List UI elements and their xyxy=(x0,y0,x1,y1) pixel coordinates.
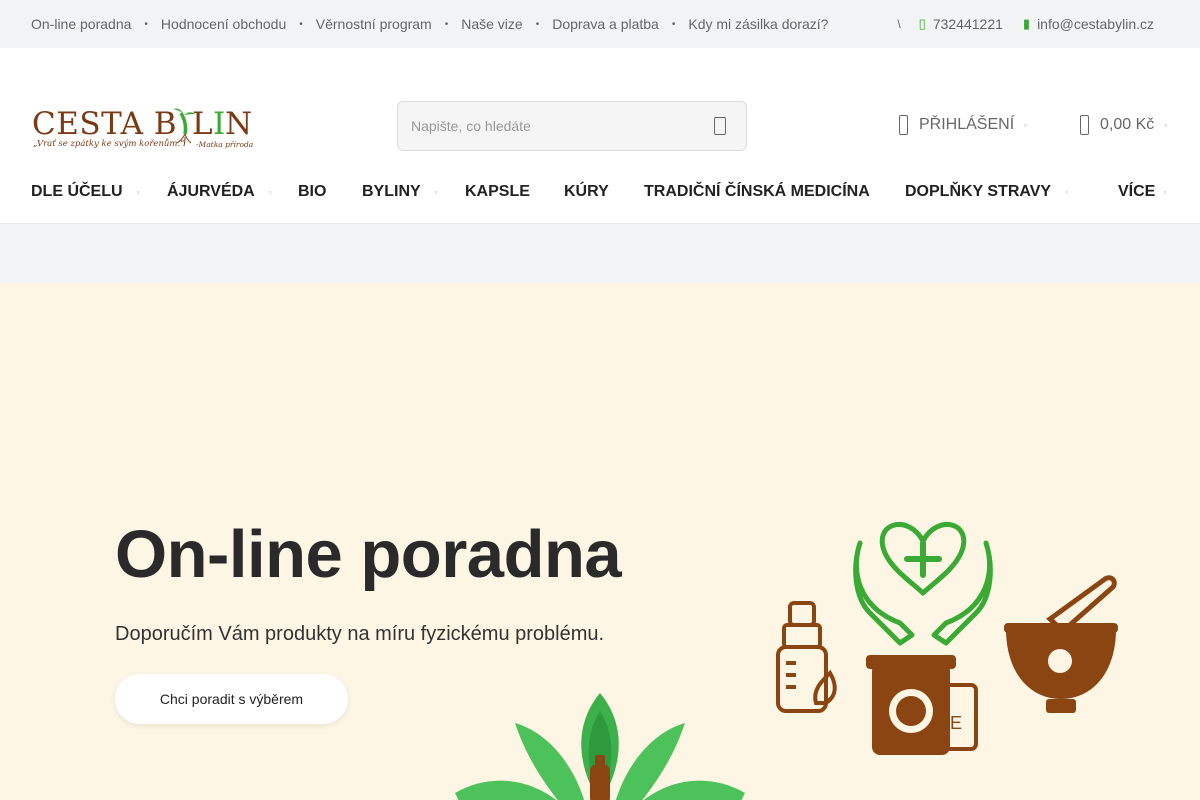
search-box xyxy=(397,101,747,151)
herbal-remedies-illustration: E xyxy=(776,522,1118,755)
svg-text:I: I xyxy=(213,106,225,142)
email-address: info@cestabylin.cz xyxy=(1037,16,1154,32)
search-input[interactable] xyxy=(398,102,698,150)
separator-dot: • xyxy=(299,18,303,30)
cart-icon xyxy=(1080,115,1089,135)
main-nav: DLE ÚČELU ▫ ÁJURVÉDA ▫ BIO BYLINY ▫ KAPS… xyxy=(31,172,1166,212)
nav-item-kapsle[interactable]: KAPSLE xyxy=(465,183,564,201)
chevron-down-icon: ▫ xyxy=(1164,120,1168,130)
svg-text:N: N xyxy=(225,106,252,142)
phone-link[interactable]: ▯ 732441221 xyxy=(919,16,1003,32)
chevron-down-icon: ▫ xyxy=(434,187,438,197)
svg-text:L: L xyxy=(192,106,213,142)
separator-dot: • xyxy=(144,18,148,30)
nav-item-label: BIO xyxy=(298,183,327,200)
chevron-down-icon: ▫ xyxy=(1163,187,1167,197)
login-label: PŘIHLÁŠENÍ xyxy=(919,116,1015,133)
login-link[interactable]: PŘIHLÁŠENÍ ▫ xyxy=(899,115,1027,135)
search-icon[interactable] xyxy=(714,117,726,135)
user-icon xyxy=(899,115,908,135)
nav-item-label: KAPSLE xyxy=(465,183,530,200)
cart-total: 0,00 Kč xyxy=(1100,116,1155,133)
svg-text:-Matka příroda: -Matka příroda xyxy=(196,140,253,149)
logo[interactable]: CESTA B L I N „Vrať se zpátky ke svým ko… xyxy=(31,101,255,151)
nav-item-label: DOPLŇKY STRAVY xyxy=(905,183,1052,200)
chevron-down-icon: ▫ xyxy=(136,187,140,197)
nav-item-label: BYLINY xyxy=(362,183,421,200)
top-links: On-line poradna • Hodnocení obchodu • Vě… xyxy=(31,0,828,48)
advice-button[interactable]: Chci poradit s výběrem xyxy=(115,674,348,724)
more-links-toggle[interactable]: \ xyxy=(897,17,900,31)
herb-plant-illustration xyxy=(455,693,745,800)
toplink-hodnoceni-obchodu[interactable]: Hodnocení obchodu xyxy=(161,16,286,32)
toplink-doprava-a-platba[interactable]: Doprava a platba xyxy=(552,16,659,32)
toplink-vernostni-program[interactable]: Věrnostní program xyxy=(316,16,432,32)
nav-item-byliny[interactable]: BYLINY ▫ xyxy=(362,183,465,201)
chevron-down-icon: ▫ xyxy=(1065,187,1068,197)
nav-item-label: TRADIČNÍ ČÍNSKÁ MEDICÍNA xyxy=(644,183,870,200)
toplink-kdy-mi-zasilka-dorazi[interactable]: Kdy mi zásilka dorazí? xyxy=(688,16,828,32)
hero-title: On-line poradna xyxy=(115,517,622,592)
svg-text:E: E xyxy=(950,713,962,733)
email-icon: ▮ xyxy=(1022,16,1031,31)
chevron-down-icon: ▫ xyxy=(268,187,272,197)
divider-strip xyxy=(0,223,1200,283)
toplink-online-poradna[interactable]: On-line poradna xyxy=(31,16,131,32)
nav-item-tradicni-cinska-medicina[interactable]: TRADIČNÍ ČÍNSKÁ MEDICÍNA xyxy=(644,183,905,201)
nav-item-dle-ucelu[interactable]: DLE ÚČELU ▫ xyxy=(31,183,167,201)
nav-more[interactable]: VÍCE ▫ xyxy=(1118,172,1166,212)
nav-item-doplnky-stravy[interactable]: DOPLŇKY STRAVY ▫ xyxy=(905,183,1085,201)
separator-dot: • xyxy=(671,18,676,30)
nav-more-label: VÍCE xyxy=(1118,183,1156,200)
header: CESTA B L I N „Vrať se zpátky ke svým ko… xyxy=(0,48,1200,223)
toplink-nase-vize[interactable]: Naše vize xyxy=(461,16,522,32)
top-bar: On-line poradna • Hodnocení obchodu • Vě… xyxy=(0,0,1200,48)
svg-text:„Vrať se zpátky ke svým kořenů: „Vrať se zpátky ke svým kořenům.“ xyxy=(33,137,185,149)
phone-number: 732441221 xyxy=(932,16,1003,32)
chevron-down-icon: ▫ xyxy=(1024,120,1027,130)
separator-dot: • xyxy=(444,18,449,30)
email-link[interactable]: ▮ info@cestabylin.cz xyxy=(1023,16,1154,32)
phone-icon: ▯ xyxy=(918,16,926,31)
hero-banner: On-line poradna Doporučím Vám produkty n… xyxy=(0,283,1200,800)
cart-link[interactable]: 0,00 Kč ▫ xyxy=(1080,115,1167,135)
nav-item-label: DLE ÚČELU xyxy=(31,183,123,200)
separator-dot: • xyxy=(535,18,540,30)
contact-info: \ ▯ 732441221 ▮ info@cestabylin.cz xyxy=(897,0,1154,48)
hero-subtitle: Doporučím Vám produkty na míru fyzickému… xyxy=(115,623,605,645)
nav-item-ajurveda[interactable]: ÁJURVÉDA ▫ xyxy=(167,183,298,201)
nav-item-label: KÚRY xyxy=(564,183,609,200)
svg-text:CESTA B: CESTA B xyxy=(32,106,177,142)
nav-item-bio[interactable]: BIO xyxy=(298,183,362,201)
nav-item-kury[interactable]: KÚRY xyxy=(564,183,644,201)
nav-item-label: ÁJURVÉDA xyxy=(167,183,255,200)
